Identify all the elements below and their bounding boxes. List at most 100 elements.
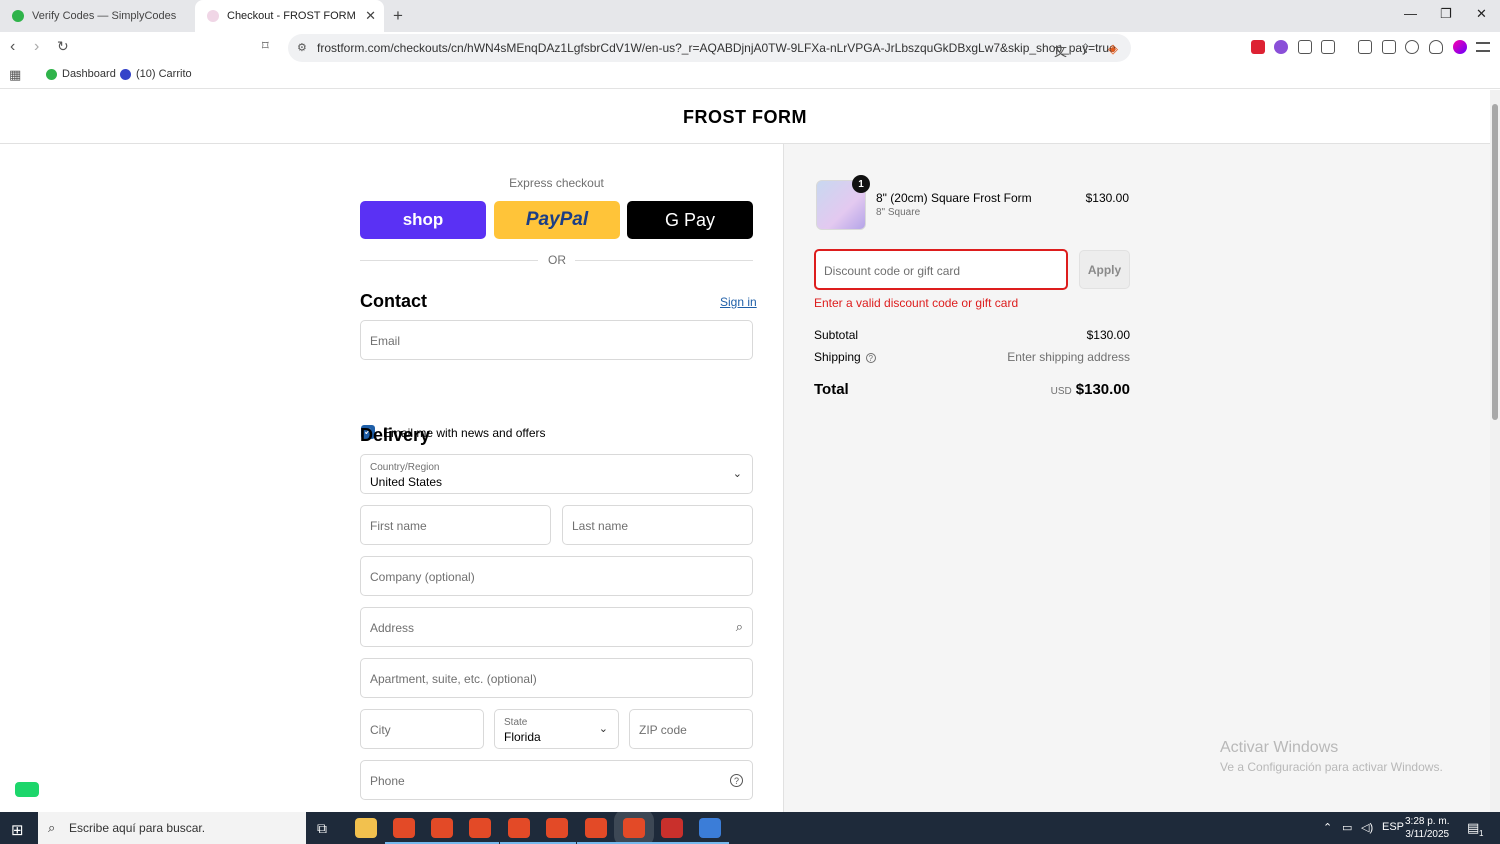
checkout-form: Express checkout shop PayPal G Pay OR Co… [0, 144, 783, 812]
sign-in-link[interactable]: Sign in [720, 295, 757, 309]
back-icon[interactable]: ‹ [10, 38, 15, 56]
country-select[interactable]: Country/Region United States ⌄ [360, 454, 753, 494]
address-placeholder: Address [370, 621, 415, 635]
profile-avatar[interactable] [1453, 40, 1467, 54]
address-bar[interactable]: ⚙ frostform.com/checkouts/cn/hWN4sMEnqDA… [288, 34, 1131, 62]
reload-icon[interactable]: ↻ [57, 38, 69, 55]
order-summary: 1 8" (20cm) Square Frost Form 8" Square … [783, 144, 1490, 812]
bookmark-dashboard[interactable]: Dashboard [46, 68, 116, 80]
file-explorer-icon[interactable] [355, 818, 377, 838]
floating-widget[interactable] [15, 782, 39, 797]
tray-chevron-up-icon[interactable]: ⌃ [1323, 821, 1332, 834]
new-tab-icon[interactable]: + [393, 6, 403, 26]
sidebar-icon[interactable] [1358, 40, 1372, 54]
bookmark-carrito[interactable]: (10) Carrito [120, 68, 192, 80]
language-indicator[interactable]: ESP [1382, 821, 1404, 833]
or-separator: OR [548, 253, 566, 267]
brave-browser-icon[interactable] [500, 818, 538, 844]
network-icon[interactable]: ▭ [1342, 821, 1352, 834]
google-pay-button[interactable]: G Pay [627, 201, 753, 239]
simplycodes-favicon-icon [12, 10, 24, 22]
help-icon[interactable]: ? [865, 352, 876, 363]
store-header: FROST FORM [0, 90, 1490, 144]
bookmarks-bar: ▦ Dashboard (10) Carrito [0, 62, 1500, 89]
apartment-field[interactable]: Apartment, suite, etc. (optional) [360, 658, 753, 698]
clock-time: 3:28 p. m. [1405, 816, 1450, 827]
brave-browser-icon[interactable] [423, 818, 461, 844]
menu-icon[interactable] [1476, 42, 1490, 52]
state-select[interactable]: State Florida ⌄ [494, 709, 619, 749]
product-name: 8" (20cm) Square Frost Form [876, 191, 1032, 205]
bookmark-icon[interactable]: ⌑ [262, 38, 269, 54]
extension-icon[interactable] [1274, 40, 1288, 54]
subtotal-label: Subtotal [814, 328, 859, 342]
extension-icon[interactable] [1251, 40, 1265, 54]
divider [575, 260, 753, 261]
shipping-label: Shipping [814, 350, 861, 364]
leo-ai-icon[interactable] [1405, 40, 1419, 54]
vpn-icon[interactable] [1429, 40, 1443, 54]
windows-start-icon[interactable]: ⊞ [11, 821, 24, 839]
state-value: Florida [504, 730, 541, 744]
restore-icon[interactable]: ❐ [1440, 6, 1452, 22]
help-icon[interactable]: ? [730, 774, 743, 787]
paypal-button[interactable]: PayPal [494, 201, 620, 239]
brave-browser-icon[interactable] [461, 818, 499, 844]
system-clock[interactable]: 3:28 p. m. 3/11/2025 [1405, 815, 1449, 841]
country-label: Country/Region [370, 462, 440, 473]
shipping-value: Enter shipping address [1007, 350, 1130, 364]
taskbar-search-placeholder: Escribe aquí para buscar. [69, 821, 206, 835]
task-view-icon[interactable]: ⧉ [317, 820, 327, 837]
app-icon[interactable] [653, 818, 691, 844]
last-name-placeholder: Last name [572, 519, 629, 533]
close-window-icon[interactable]: ✕ [1476, 6, 1487, 22]
last-name-field[interactable]: Last name [562, 505, 753, 545]
checkout-page: FROST FORM Express checkout shop PayPal … [0, 90, 1490, 812]
url-text[interactable]: frostform.com/checkouts/cn/hWN4sMEnqDAz1… [317, 41, 1116, 55]
notifications-icon[interactable]: ▤ [1467, 820, 1479, 836]
watermark-title: Activar Windows [1220, 739, 1339, 756]
discount-code-field[interactable]: Discount code or gift card [814, 249, 1068, 290]
state-label: State [504, 717, 528, 728]
email-field[interactable]: Email [360, 320, 753, 360]
brave-browser-icon[interactable] [615, 818, 653, 844]
brave-browser-icon[interactable] [538, 818, 576, 844]
translate-icon[interactable]: ⽂ [1054, 41, 1067, 60]
apply-button[interactable]: Apply [1079, 250, 1130, 289]
zip-field[interactable]: ZIP code [629, 709, 753, 749]
address-field[interactable]: Address ⌕ [360, 607, 753, 647]
store-logo[interactable]: FROST FORM [0, 107, 1490, 128]
shop-pay-button[interactable]: shop [360, 201, 486, 239]
first-name-field[interactable]: First name [360, 505, 551, 545]
google-pay-label: G Pay [664, 209, 716, 230]
tab-verify-codes[interactable]: Verify Codes — SimplyCodes [0, 0, 192, 32]
contact-heading: Contact [360, 291, 427, 311]
company-field[interactable]: Company (optional) [360, 556, 753, 596]
express-checkout-label: Express checkout [509, 176, 604, 190]
dashboard-favicon-icon [46, 68, 57, 80]
brave-browser-icon[interactable] [385, 818, 423, 844]
notification-count: 1 [1479, 829, 1484, 838]
puzzle-extensions-icon[interactable] [1298, 40, 1312, 54]
city-field[interactable]: City [360, 709, 484, 749]
tab-checkout[interactable]: Checkout - FROST FORM ✕ [195, 0, 384, 32]
wallet-icon[interactable] [1382, 40, 1396, 54]
apps-grid-icon[interactable]: ▦ [9, 67, 21, 83]
page-scrollbar[interactable] [1490, 90, 1500, 812]
site-settings-icon[interactable]: ⚙ [297, 41, 307, 54]
reader-icon[interactable] [1321, 40, 1335, 54]
minimize-icon[interactable]: — [1404, 6, 1417, 21]
share-icon[interactable]: ⇪ [1080, 41, 1091, 57]
tab-title: Verify Codes — SimplyCodes [32, 10, 177, 22]
phone-field[interactable]: Phone ? [360, 760, 753, 800]
forward-icon[interactable]: › [34, 38, 39, 56]
volume-icon[interactable]: ◁) [1361, 821, 1373, 834]
app-icon[interactable] [691, 818, 729, 844]
brave-shields-icon[interactable]: ◈ [1108, 41, 1118, 57]
taskbar-search[interactable]: ⌕ Escribe aquí para buscar. [38, 812, 306, 844]
close-tab-icon[interactable]: ✕ [365, 8, 376, 24]
scrollbar-thumb[interactable] [1492, 104, 1498, 420]
discount-error-message: Enter a valid discount code or gift card [814, 296, 1019, 310]
shipping-row: Shipping? Enter shipping address [814, 350, 1130, 364]
brave-browser-icon[interactable] [577, 818, 615, 844]
